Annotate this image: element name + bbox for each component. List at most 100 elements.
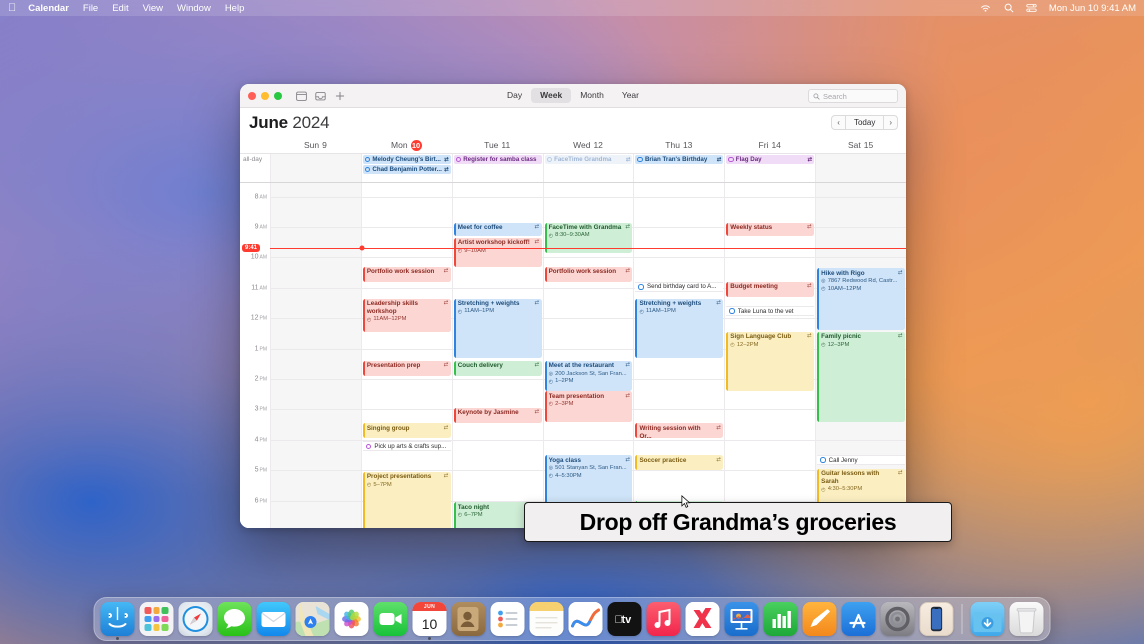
dock-item-safari[interactable] [178, 602, 213, 636]
all-day-column-0[interactable] [270, 154, 361, 182]
menu-item-help[interactable]: Help [225, 3, 245, 14]
next-week-button[interactable]: › [884, 116, 897, 129]
dock-item-settings[interactable] [880, 602, 915, 636]
all-day-column-1[interactable]: Melody Cheung's Birt... ⇄ Chad Benjamin Po… [360, 154, 452, 182]
reminder-item[interactable]: Send birthday card to A... [635, 281, 724, 292]
view-month-button[interactable]: Month [571, 88, 613, 103]
dock-item-facetime[interactable] [373, 602, 408, 636]
all-day-event[interactable]: Brian Tran's Birthday ⇄ [635, 155, 724, 164]
dock-item-numbers[interactable] [763, 602, 798, 636]
zoom-button[interactable] [274, 91, 282, 100]
calendar-event[interactable]: Meet at the restaurant ◎ 200 Jackson St, S… [544, 360, 633, 392]
search-field[interactable]: Search [808, 89, 898, 103]
reminder-checkbox[interactable] [820, 457, 826, 463]
dock-item-pages[interactable] [802, 602, 837, 636]
dock-item-finder[interactable] [100, 602, 135, 640]
dock-item-mail[interactable] [256, 602, 291, 636]
dock-item-photos[interactable] [334, 602, 369, 636]
day-header-fri[interactable]: Fri 14 [724, 137, 815, 153]
dock-item-appstore[interactable] [841, 602, 876, 636]
day-header-wed[interactable]: Wed 12 [543, 137, 634, 153]
calendar-event[interactable]: Writing session with Or... ⇄ [635, 423, 724, 439]
calendar-event[interactable]: Team presentation ◴ 2–3PM ⇄ [544, 391, 633, 422]
reminder-item[interactable]: Call Jenny [817, 455, 906, 466]
dock-item-trash[interactable] [1009, 602, 1044, 636]
calendar-event[interactable]: Family picnic ◴ 12–3PM ⇄ [817, 331, 906, 422]
calendar-event[interactable]: Stretching + weights ◴ 11AM–1PM ⇄ [453, 298, 542, 358]
close-button[interactable] [248, 91, 256, 100]
calendar-event[interactable]: Project presentations ◴ 5–7PM ⇄ [362, 471, 451, 528]
calendar-event[interactable]: Portfolio work session ⇄ [362, 266, 451, 282]
add-event-icon[interactable] [334, 90, 345, 101]
spotlight-search-icon[interactable] [1003, 2, 1015, 14]
menu-item-view[interactable]: View [143, 3, 163, 14]
menu-item-calendar[interactable]: Calendar [28, 3, 69, 14]
all-day-event[interactable]: Melody Cheung's Birt... ⇄ [362, 155, 451, 164]
apple-logo-icon[interactable]:  [8, 2, 16, 14]
dock-item-maps[interactable] [295, 602, 330, 636]
all-day-event[interactable]: FaceTime Grandma ⇄ [544, 155, 633, 164]
reminder-checkbox[interactable] [729, 308, 735, 314]
all-day-column-3[interactable]: FaceTime Grandma ⇄ [542, 154, 634, 182]
all-day-event[interactable]: Chad Benjamin Potter... ⇄ [362, 165, 451, 174]
day-header-mon[interactable]: Mon 10 [361, 137, 452, 153]
all-day-event[interactable]: Register for samba class [453, 155, 542, 164]
dock-item-reminders[interactable] [490, 602, 525, 636]
control-center-icon[interactable] [1026, 2, 1038, 14]
calendar-event[interactable]: Yoga class ◎ 501 Stanyan St, San Fran... ◴ 4… [544, 455, 633, 504]
day-header-sun[interactable]: Sun 9 [270, 137, 361, 153]
day-column-mon[interactable]: Portfolio work session ⇄ Leadership skills… [360, 183, 452, 528]
dock-item-keynote2[interactable] [724, 602, 759, 636]
minimize-button[interactable] [261, 91, 269, 100]
dock-item-music[interactable] [646, 602, 681, 636]
dock-item-news[interactable] [685, 602, 720, 636]
dock-item-contacts[interactable] [451, 602, 486, 636]
calendar-event[interactable]: Portfolio work session ⇄ [544, 266, 633, 282]
menu-item-file[interactable]: File [83, 3, 98, 14]
view-week-button[interactable]: Week [531, 87, 572, 104]
reminder-item[interactable]: Pick up arts & crafts sup... [362, 441, 451, 452]
calendar-sidebar-icon[interactable] [296, 90, 307, 101]
calendar-event[interactable]: Artist workshop kickoff! ◴ 9–10AM ⇄ [453, 237, 542, 267]
dock-item-launchpad[interactable] [139, 602, 174, 636]
day-column-thu[interactable]: Stretching + weights ◴ 11AM–1PM ⇄ Writing se… [633, 183, 725, 528]
calendar-event[interactable]: Soccer practice ⇄ [635, 455, 724, 471]
inbox-icon[interactable] [315, 90, 326, 101]
view-year-button[interactable]: Year [613, 88, 648, 103]
menu-item-window[interactable]: Window [177, 3, 211, 14]
day-column-sun[interactable] [270, 183, 361, 528]
calendar-event[interactable]: Sign Language Club ◴ 12–2PM ⇄ [726, 331, 815, 392]
dock-item-notes[interactable] [529, 602, 564, 636]
all-day-column-2[interactable]: Register for samba class [451, 154, 543, 182]
today-button[interactable]: Today [844, 116, 885, 129]
dock-item-messages[interactable] [217, 602, 252, 636]
all-day-column-6[interactable] [815, 154, 906, 182]
dock-item-calendar[interactable]: JUN 10 [412, 602, 447, 640]
calendar-grid[interactable]: 8AM 9AM 10AM 11AM 12PM 1PM 2PM 3PM 4PM 5PM 6PM 9:41… [240, 183, 906, 528]
calendar-event[interactable]: Presentation prep ⇄ [362, 360, 451, 377]
calendar-event[interactable]: Keynote by Jasmine ⇄ [453, 407, 542, 424]
all-day-column-5[interactable]: Flag Day ⇄ [724, 154, 815, 182]
day-header-sat[interactable]: Sat 15 [815, 137, 906, 153]
day-column-wed[interactable]: FaceTime with Grandma ◴ 8:30–9:30AM ⇄ Portfo… [542, 183, 634, 528]
day-column-fri[interactable]: Weekly status ⇄ Budget meeting ⇄ Sign Langua… [724, 183, 816, 528]
reminder-item[interactable]: Take Luna to the vet [726, 306, 815, 317]
day-header-thu[interactable]: Thu 13 [633, 137, 724, 153]
wifi-icon[interactable] [980, 2, 992, 14]
dock-item-freeform[interactable] [568, 602, 603, 636]
dock-item-appletv[interactable]: tv [607, 602, 642, 636]
previous-week-button[interactable]: ‹ [832, 116, 845, 129]
calendar-event[interactable]: Couch delivery ⇄ [453, 360, 542, 377]
menu-item-edit[interactable]: Edit [112, 3, 128, 14]
calendar-event[interactable]: Leadership skills workshop ◴ 11AM–12PM ⇄ [362, 298, 451, 332]
calendar-event[interactable]: Meet for coffee ⇄ [453, 222, 542, 237]
view-day-button[interactable]: Day [498, 88, 531, 103]
dock-item-iphone[interactable] [919, 602, 954, 636]
day-column-tue[interactable]: Meet for coffee ⇄ Artist workshop kickoff!… [451, 183, 543, 528]
calendar-event[interactable]: Singing group ⇄ [362, 423, 451, 439]
reminder-checkbox[interactable] [365, 443, 372, 450]
calendar-event[interactable]: Weekly status ⇄ [726, 222, 815, 237]
all-day-event[interactable]: Flag Day ⇄ [726, 155, 815, 164]
dock-item-downloads[interactable] [970, 602, 1005, 636]
all-day-column-4[interactable]: Brian Tran's Birthday ⇄ [633, 154, 724, 182]
